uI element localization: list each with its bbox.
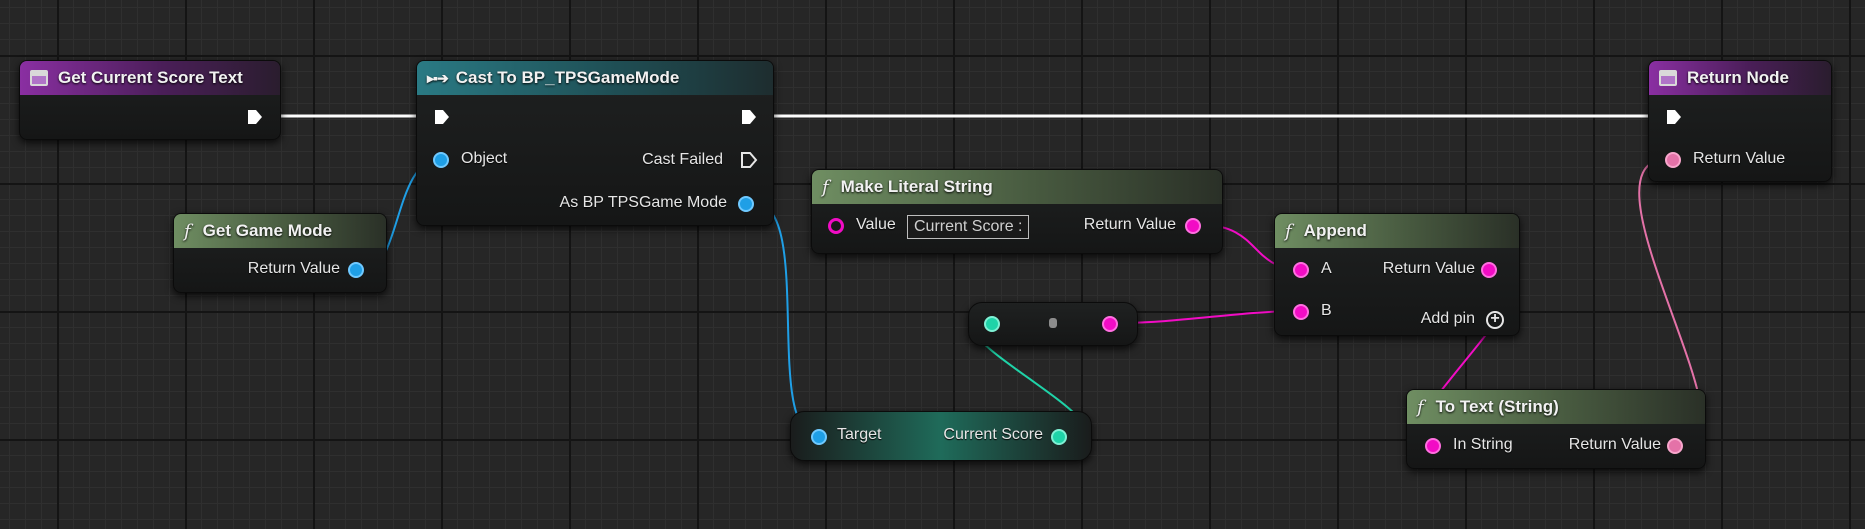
node-header: f To Text (String) [1407, 390, 1705, 424]
as-gamemode-out-pin[interactable] [738, 196, 754, 212]
current-score-label: Current Score [943, 426, 1043, 443]
return-value-out-pin[interactable] [348, 262, 364, 278]
cast-node[interactable]: ▸▪➔ Cast To BP_TPSGameMode Object Cast F… [416, 60, 774, 226]
node-title: Get Current Score Text [58, 68, 243, 87]
node-header: Return Node [1649, 61, 1831, 95]
in-string-label: In String [1453, 436, 1513, 453]
exec-in-pin[interactable] [433, 108, 451, 126]
return-value-label: Return Value [1568, 436, 1661, 453]
node-title: Cast To BP_TPSGameMode [455, 68, 680, 87]
as-gamemode-label: As BP TPSGame Mode [559, 194, 727, 211]
exec-out-pin[interactable] [246, 108, 264, 126]
return-value-label: Return Value [1693, 150, 1786, 167]
cast-failed-label: Cast Failed [642, 151, 723, 168]
conversion-dot-icon [1049, 318, 1057, 328]
value-label: Value [856, 216, 896, 233]
value-text-field[interactable]: Current Score : [907, 215, 1030, 239]
conversion-in-pin[interactable] [984, 316, 1000, 332]
exec-out-pin[interactable] [740, 108, 758, 126]
a-in-pin[interactable] [1293, 262, 1309, 278]
b-label: B [1321, 302, 1332, 319]
function-entry-icon [1659, 70, 1677, 86]
return-value-in-pin[interactable] [1665, 152, 1681, 168]
return-value-label: Return Value [1083, 216, 1176, 233]
current-score-getter-node[interactable]: Target Current Score [790, 411, 1092, 461]
target-in-pin[interactable] [811, 429, 827, 445]
target-label: Target [837, 426, 882, 443]
to-text-node[interactable]: f To Text (String) In String Return Valu… [1406, 389, 1706, 469]
object-label: Object [461, 150, 508, 167]
current-score-out-pin[interactable] [1051, 429, 1067, 445]
conversion-out-pin[interactable] [1102, 316, 1118, 332]
function-f-icon: f [184, 220, 191, 242]
function-f-icon: f [1285, 220, 1292, 242]
int-to-string-conversion-node[interactable] [968, 302, 1138, 346]
a-label: A [1321, 260, 1332, 277]
node-header: f Get Game Mode [174, 214, 386, 248]
function-f-icon: f [1417, 396, 1424, 418]
object-in-pin[interactable] [433, 152, 449, 168]
in-string-pin[interactable] [1425, 438, 1441, 454]
string-wire-conv-to-append-b[interactable] [1117, 310, 1301, 324]
node-header: f Append [1275, 214, 1519, 248]
exec-in-pin[interactable] [1665, 108, 1683, 126]
node-title: Make Literal String [840, 177, 993, 196]
cast-failed-exec-pin[interactable] [740, 151, 758, 169]
value-in-pin[interactable] [828, 218, 844, 234]
plus-circle-icon[interactable]: + [1486, 311, 1504, 329]
node-header: ▸▪➔ Cast To BP_TPSGameMode [417, 61, 773, 95]
return-value-out-pin[interactable] [1481, 262, 1497, 278]
b-in-pin[interactable] [1293, 304, 1309, 320]
node-title: Get Game Mode [202, 221, 333, 240]
get-game-mode-node[interactable]: f Get Game Mode Return Value [173, 213, 387, 293]
return-value-label: Return Value [247, 260, 340, 277]
return-value-label: Return Value [1382, 260, 1475, 277]
function-f-icon: f [822, 176, 829, 198]
add-pin-label: Add pin [1420, 310, 1475, 327]
function-entry-icon [30, 70, 48, 86]
return-value-out-pin[interactable] [1667, 438, 1683, 454]
make-literal-string-node[interactable]: f Make Literal String Value Current Scor… [811, 169, 1223, 254]
cast-icon: ▸▪➔ [427, 69, 449, 86]
node-header: Get Current Score Text [20, 61, 280, 95]
append-node[interactable]: f Append A Return Value B Add pin + [1274, 213, 1520, 336]
node-title: To Text (String) [1435, 397, 1559, 416]
object-wire-cast-to-target[interactable] [753, 202, 819, 436]
function-entry-node[interactable]: Get Current Score Text [19, 60, 281, 140]
node-title: Append [1303, 221, 1367, 240]
return-value-out-pin[interactable] [1185, 218, 1201, 234]
node-header: f Make Literal String [812, 170, 1222, 204]
return-node[interactable]: Return Node Return Value [1648, 60, 1832, 182]
node-title: Return Node [1687, 68, 1789, 87]
